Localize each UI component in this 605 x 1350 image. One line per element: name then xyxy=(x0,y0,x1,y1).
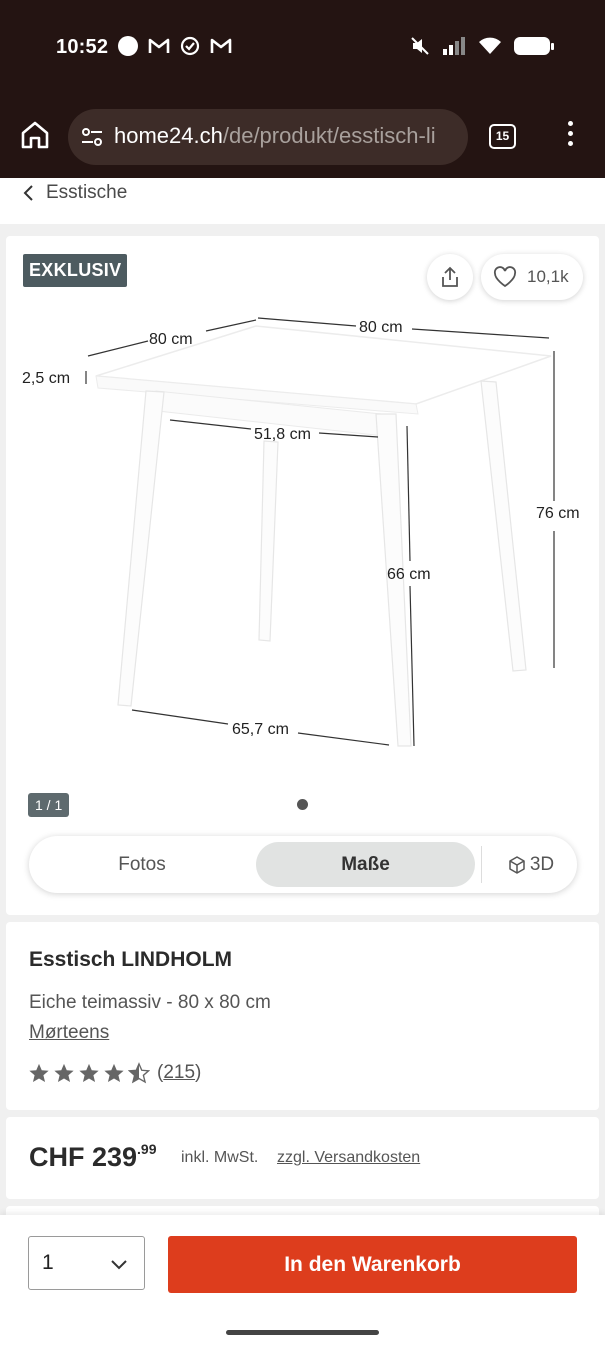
chevron-down-icon xyxy=(111,1260,127,1270)
site-settings-icon[interactable] xyxy=(80,125,104,149)
breadcrumb-bar: Esstische xyxy=(0,178,605,224)
star-icon xyxy=(104,1063,124,1082)
wifi-icon xyxy=(479,37,501,54)
tab-masse[interactable]: Maße xyxy=(256,842,475,887)
browser-toolbar: home24.ch/de/produkt/esstisch-li 15 xyxy=(0,96,605,178)
share-icon xyxy=(442,266,458,287)
url-host: home24.ch xyxy=(114,123,223,148)
dimension-label-total-height: 76 cm xyxy=(536,505,580,522)
price-main: CHF 239 xyxy=(29,1142,138,1172)
star-half-icon xyxy=(128,1062,150,1084)
home-gesture-bar[interactable] xyxy=(226,1330,379,1335)
dimension-label-top-left: 80 cm xyxy=(149,331,193,348)
tab-switcher-button[interactable]: 15 xyxy=(489,124,516,149)
heart-icon xyxy=(493,266,517,288)
dimension-label-top-right: 80 cm xyxy=(359,319,403,336)
chevron-left-icon xyxy=(23,185,33,201)
gmail-icon xyxy=(148,38,170,53)
address-bar[interactable]: home24.ch/de/produkt/esstisch-li xyxy=(68,109,468,165)
browser-menu-icon[interactable] xyxy=(560,118,580,152)
signal-icon xyxy=(443,37,465,55)
battery-icon xyxy=(514,37,554,55)
table-leg xyxy=(258,440,279,642)
product-subtitle: Eiche teimassiv - 80 x 80 cm xyxy=(29,992,271,1013)
exclusive-badge: EXKLUSIV xyxy=(23,254,128,287)
product-title: Esstisch LINDHOLM xyxy=(29,948,233,971)
wishlist-count: 10,1k xyxy=(527,267,569,286)
dimension-label-apron: 51,8 cm xyxy=(254,426,311,443)
dimension-label-floor-width: 65,7 cm xyxy=(232,721,289,738)
breadcrumb-label: Esstische xyxy=(46,182,128,203)
tab-3d-label: 3D xyxy=(529,854,555,875)
price-cents: .99 xyxy=(137,1141,157,1157)
url-text[interactable]: home24.ch/de/produkt/esstisch-li xyxy=(114,123,436,149)
brand-link[interactable]: Mørteens xyxy=(29,1022,109,1044)
shipping-costs-link[interactable]: zzgl. Versandkosten xyxy=(277,1149,420,1167)
gmail-icon xyxy=(210,38,232,53)
status-icons-left xyxy=(118,36,232,56)
tab-3d[interactable]: 3D xyxy=(491,842,571,887)
price-section: CHF 239.99 inkl. MwSt. zzgl. Versandkost… xyxy=(6,1117,599,1199)
wishlist-button[interactable]: 10,1k xyxy=(481,254,583,300)
star-icon xyxy=(29,1063,49,1082)
add-to-cart-button[interactable]: In den Warenkorb xyxy=(168,1236,577,1293)
table-leg xyxy=(480,380,527,672)
share-button[interactable] xyxy=(427,254,473,300)
mute-icon xyxy=(411,37,429,55)
star-icon xyxy=(79,1063,99,1082)
check-icon xyxy=(180,36,200,56)
status-time: 10:52 xyxy=(56,36,109,58)
dimension-label-leg-height: 66 cm xyxy=(387,566,431,583)
rating[interactable]: (215) xyxy=(28,1062,201,1084)
status-bar: 10:52 xyxy=(0,0,605,96)
gesture-area xyxy=(0,1315,605,1350)
status-icons-right xyxy=(410,36,554,56)
breadcrumb[interactable]: Esstische xyxy=(22,182,127,204)
rating-count[interactable]: (215) xyxy=(157,1062,201,1084)
media-tab-switcher: Fotos Maße 3D xyxy=(29,836,577,893)
tab-divider xyxy=(481,846,482,883)
quantity-select[interactable]: 1 xyxy=(28,1236,145,1290)
table-leg xyxy=(117,390,165,707)
product-info: Esstisch LINDHOLM Eiche teimassiv - 80 x… xyxy=(6,922,599,1110)
dimension-label-thickness: 2,5 cm xyxy=(22,370,70,387)
star-icon xyxy=(54,1063,74,1082)
home-icon[interactable] xyxy=(18,118,52,152)
quantity-value: 1 xyxy=(42,1251,54,1274)
vat-note: inkl. MwSt. xyxy=(181,1149,259,1166)
tab-fotos[interactable]: Fotos xyxy=(35,842,249,887)
image-counter: 1 / 1 xyxy=(28,793,70,817)
pager-dot[interactable] xyxy=(297,799,308,810)
add-to-cart-bar: 1 In den Warenkorb xyxy=(0,1215,605,1315)
product-gallery: EXKLUSIV 10,1k 80 cm 80 cm 2,5 cm 51,8 c… xyxy=(6,236,599,915)
url-path: /de/produkt/esstisch-li xyxy=(222,123,436,148)
cube-icon xyxy=(509,855,525,874)
circle-icon xyxy=(118,36,138,56)
product-dimension-drawing[interactable]: 80 cm 80 cm 2,5 cm 51,8 cm 76 cm 66 cm 6… xyxy=(6,296,599,766)
price: CHF 239.99 xyxy=(29,1141,157,1173)
